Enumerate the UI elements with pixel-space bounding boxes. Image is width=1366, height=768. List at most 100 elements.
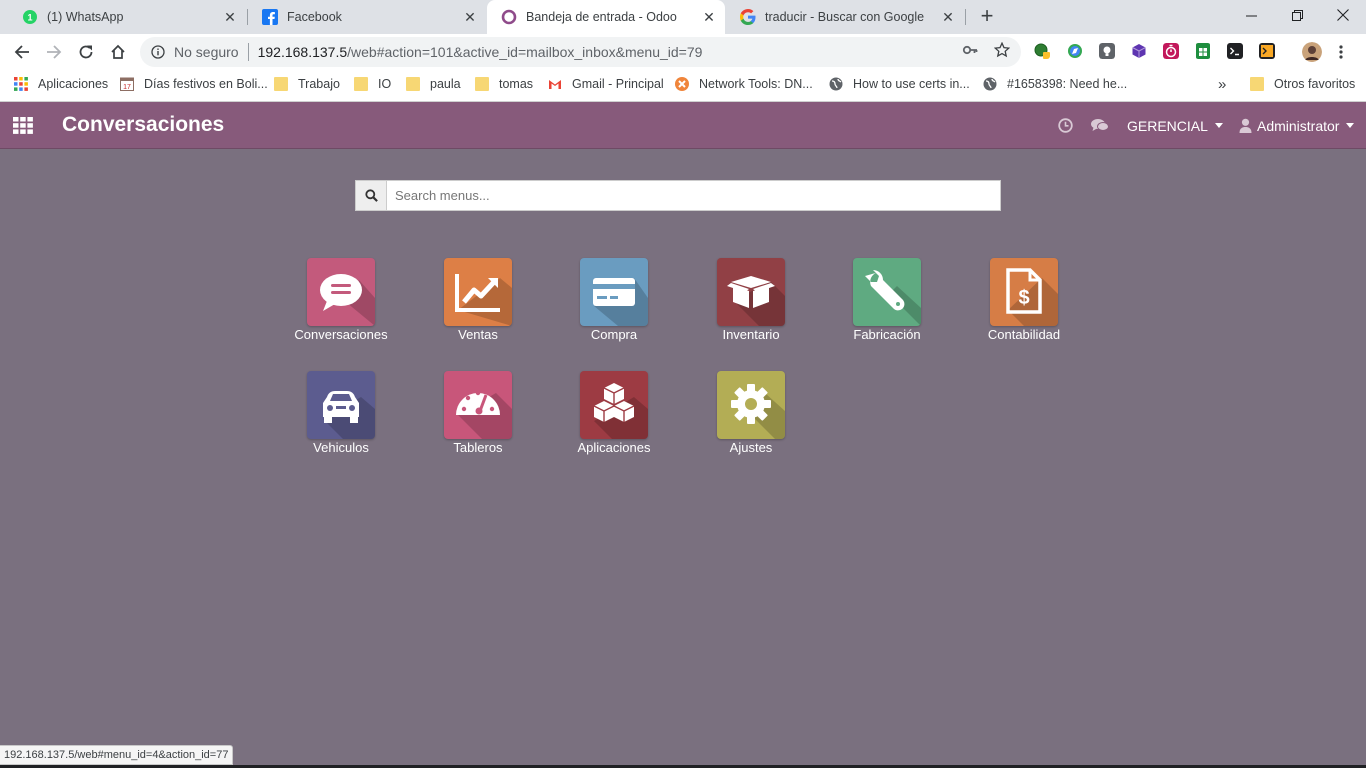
- profile-avatar[interactable]: [1302, 42, 1322, 62]
- calendar-icon: 17: [120, 77, 134, 91]
- facebook-icon: [262, 9, 278, 25]
- app-tile[interactable]: [307, 258, 375, 326]
- app-tile[interactable]: [307, 371, 375, 439]
- bookmark-network-tools[interactable]: Network Tools: DN...: [675, 70, 813, 98]
- close-tab-icon[interactable]: ✕: [701, 9, 717, 25]
- extension-compass-icon[interactable]: [1067, 43, 1083, 59]
- app-compra[interactable]: Compra: [554, 258, 674, 358]
- app-tile[interactable]: $: [990, 258, 1058, 326]
- extension-cube-icon[interactable]: [1131, 43, 1147, 59]
- folder-icon: [475, 77, 489, 91]
- browser-toolbar: No seguro 192.168.137.5/web#action=101&a…: [0, 34, 1366, 70]
- extension-console-icon[interactable]: [1259, 43, 1275, 59]
- google-icon: [740, 9, 756, 25]
- app-inventario[interactable]: Inventario: [691, 258, 811, 358]
- tab-whatsapp[interactable]: 1 (1) WhatsApp ✕: [8, 0, 246, 34]
- bookmark-dias-festivos[interactable]: 17 Días festivos en Boli...: [120, 70, 268, 98]
- extension-timer-icon[interactable]: [1163, 43, 1179, 59]
- app-tile[interactable]: [444, 258, 512, 326]
- user-name: Administrator: [1257, 117, 1340, 134]
- extension-sheets-icon[interactable]: [1195, 43, 1211, 59]
- globe-icon: [829, 77, 843, 91]
- bookmark-folder-tomas[interactable]: tomas: [475, 70, 533, 98]
- user-icon: [1239, 118, 1252, 133]
- tab-divider: [965, 9, 966, 25]
- bookmark-gmail[interactable]: Gmail - Principal: [548, 70, 664, 98]
- minimize-button[interactable]: [1228, 0, 1274, 30]
- tab-google-search[interactable]: traducir - Buscar con Google ✕: [726, 0, 964, 34]
- app-label: Vehiculos: [313, 440, 369, 455]
- odoo-icon: [501, 9, 517, 25]
- app-tile[interactable]: [717, 258, 785, 326]
- bookmark-label: tomas: [499, 77, 534, 91]
- tab-title: traducir - Buscar con Google: [765, 10, 925, 24]
- app-tile[interactable]: [580, 371, 648, 439]
- network-tools-icon: [675, 77, 689, 91]
- home-button[interactable]: [106, 40, 130, 64]
- bookmark-folder-trabajo[interactable]: Trabajo: [274, 70, 340, 98]
- gmail-icon: [549, 80, 561, 89]
- app-tile[interactable]: [444, 371, 512, 439]
- invoice-icon: $: [1006, 268, 1058, 326]
- bookmarks-overflow-button[interactable]: »: [1218, 70, 1226, 98]
- apps-menu-icon[interactable]: [13, 117, 33, 134]
- other-bookmarks-folder[interactable]: Otros favoritos: [1250, 70, 1355, 98]
- svg-text:17: 17: [123, 84, 131, 91]
- bookmark-folder-io[interactable]: IO: [354, 70, 391, 98]
- bookmark-folder-paula[interactable]: paula: [406, 70, 461, 98]
- close-window-button[interactable]: [1320, 0, 1366, 30]
- svg-text:$: $: [1018, 287, 1029, 309]
- forward-button[interactable]: [42, 40, 66, 64]
- tab-odoo-inbox[interactable]: Bandeja de entrada - Odoo ✕: [487, 0, 725, 34]
- key-icon[interactable]: [962, 42, 978, 58]
- app-tile[interactable]: [580, 258, 648, 326]
- back-button[interactable]: [10, 40, 34, 64]
- app-vehiculos[interactable]: Vehiculos: [281, 371, 401, 471]
- app-fabricacion[interactable]: Fabricación: [827, 258, 947, 358]
- tab-facebook[interactable]: Facebook ✕: [248, 0, 486, 34]
- bookmark-label: Trabajo: [298, 77, 340, 91]
- svg-text:1: 1: [27, 13, 32, 23]
- bookmark-aplicaciones[interactable]: Aplicaciones: [14, 70, 108, 98]
- caret-down-icon: [1346, 123, 1355, 128]
- bookmark-label: #1658398: Need he...: [1007, 77, 1128, 91]
- more-menu-icon[interactable]: [1337, 44, 1345, 60]
- app-ventas[interactable]: Ventas: [418, 258, 538, 358]
- star-icon[interactable]: [994, 42, 1010, 58]
- user-menu[interactable]: Administrator: [1239, 102, 1355, 149]
- app-contabilidad[interactable]: $ Contabilidad: [964, 258, 1084, 358]
- app-tableros[interactable]: Tableros: [418, 371, 538, 471]
- extension-globe-icon[interactable]: [1034, 43, 1050, 59]
- app-ajustes[interactable]: Ajustes: [691, 371, 811, 471]
- app-aplicaciones[interactable]: Aplicaciones: [554, 371, 674, 471]
- extension-terminal-icon[interactable]: [1227, 43, 1243, 59]
- browser-tab-strip: 1 (1) WhatsApp ✕ Facebook ✕ Bandeja de e…: [0, 0, 1366, 34]
- activities-button[interactable]: [1058, 102, 1073, 149]
- bookmark-label: paula: [430, 77, 461, 91]
- bookmark-certs[interactable]: How to use certs in...: [829, 70, 970, 98]
- chat-bubble-icon: [320, 274, 375, 326]
- restore-button[interactable]: [1274, 0, 1320, 30]
- address-bar[interactable]: No seguro 192.168.137.5/web#action=101&a…: [140, 37, 1021, 67]
- app-conversaciones[interactable]: Conversaciones: [281, 258, 401, 358]
- gear-icon: [731, 384, 785, 439]
- reload-button[interactable]: [74, 40, 98, 64]
- close-icon: [1337, 9, 1349, 21]
- search-menus-input[interactable]: [386, 180, 1001, 211]
- close-tab-icon[interactable]: ✕: [462, 9, 478, 25]
- tab-title: Facebook: [287, 10, 342, 24]
- close-tab-icon[interactable]: ✕: [940, 9, 956, 25]
- close-tab-icon[interactable]: ✕: [222, 9, 238, 25]
- app-tile[interactable]: [853, 258, 921, 326]
- messaging-button[interactable]: [1091, 102, 1109, 149]
- bookmark-label: Otros favoritos: [1274, 77, 1356, 91]
- info-icon[interactable]: [151, 45, 165, 59]
- search-icon: [364, 189, 378, 202]
- app-tile[interactable]: [717, 371, 785, 439]
- home-icon: [111, 44, 125, 59]
- extension-bulb-icon[interactable]: [1099, 43, 1115, 59]
- bookmark-1658398[interactable]: #1658398: Need he...: [983, 70, 1127, 98]
- caret-down-icon: [1214, 123, 1223, 128]
- new-tab-button[interactable]: +: [976, 5, 998, 28]
- company-switcher[interactable]: GERENCIAL: [1127, 102, 1223, 149]
